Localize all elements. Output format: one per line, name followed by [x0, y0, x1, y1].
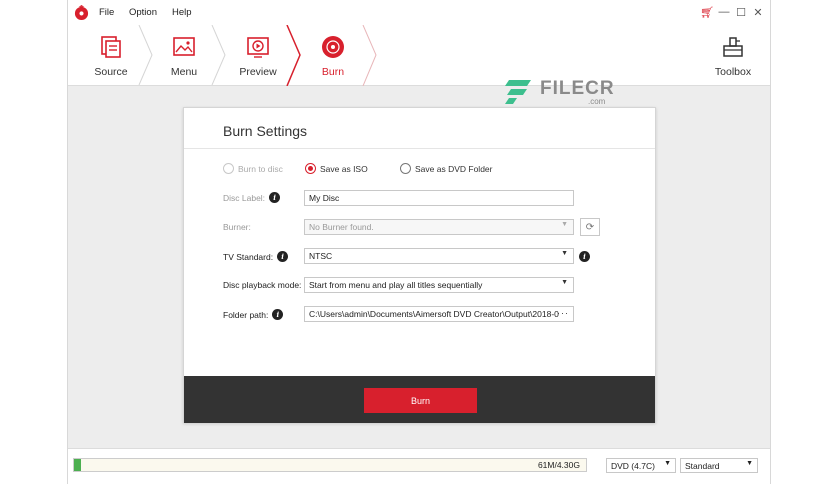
tv-standard-info-icon[interactable]: i	[579, 251, 590, 262]
folder-path-text: Folder path:	[223, 309, 269, 320]
burner-value: No Burner found.	[309, 222, 374, 232]
source-icon	[101, 36, 121, 58]
maximize-icon[interactable]: ☐	[735, 5, 747, 19]
folder-path-label: Folder path: i	[223, 309, 284, 320]
disc-label-text: Disc Label:	[223, 192, 266, 203]
radio-save-as-iso[interactable]: Save as ISO	[305, 163, 368, 174]
app-logo-icon	[74, 5, 89, 20]
menu-option[interactable]: Option	[129, 7, 157, 18]
folder-path-input[interactable]: C:\Users\admin\Documents\Aimersoft DVD C…	[304, 306, 574, 322]
step-preview[interactable]: Preview	[226, 25, 290, 85]
title-divider	[184, 148, 655, 149]
quality-select[interactable]: Standard ▼	[680, 458, 758, 473]
tv-standard-text: TV Standard:	[223, 251, 274, 262]
disc-label-input[interactable]: My Disc	[304, 190, 574, 206]
playback-mode-value: Start from menu and play all titles sequ…	[309, 280, 483, 290]
browse-more-icon[interactable]: ···	[557, 308, 569, 318]
status-bar: 61M/4.30G DVD (4.7C) ▼ Standard ▼	[68, 448, 770, 484]
tv-standard-select[interactable]: NTSC ▼	[304, 248, 574, 264]
minimize-icon[interactable]: —	[718, 5, 730, 19]
panel-footer: Burn	[184, 376, 655, 423]
disc-usage-bar: 61M/4.30G	[73, 458, 587, 472]
toolbox-icon	[723, 37, 743, 57]
chevron-down-icon: ▼	[561, 221, 568, 228]
tv-standard-label: TV Standard: i	[223, 251, 289, 262]
step-burn-label: Burn	[321, 66, 345, 78]
toolbox-label: Toolbox	[714, 66, 752, 78]
window-controls: 🛒︎ — ☐ ✕	[700, 5, 764, 19]
step-preview-label: Preview	[239, 66, 277, 78]
menu-template-icon	[173, 37, 195, 56]
radio-label: Save as ISO	[320, 163, 368, 174]
playback-mode-label: Disc playback mode:	[223, 280, 301, 290]
refresh-burner-button[interactable]: ⟳	[580, 218, 600, 236]
chevron-down-icon: ▼	[664, 460, 671, 467]
preview-icon	[247, 37, 269, 58]
step-source[interactable]: Source	[78, 25, 144, 85]
playback-mode-text: Disc playback mode:	[223, 280, 302, 290]
playback-mode-select[interactable]: Start from menu and play all titles sequ…	[304, 277, 574, 293]
chevron-down-icon: ▼	[561, 250, 568, 257]
disc-type-value: DVD (4.7C)	[611, 461, 655, 471]
burner-label-text: Burner:	[223, 222, 251, 232]
info-icon[interactable]: i	[269, 192, 281, 203]
burn-settings-panel: Burn Settings Burn to disc Save as ISO S…	[183, 107, 656, 423]
radio-indicator	[223, 163, 234, 174]
menu-help[interactable]: Help	[172, 7, 192, 18]
close-icon[interactable]: ✕	[752, 5, 764, 19]
radio-label: Burn to disc	[238, 163, 283, 174]
app-window: File Option Help 🛒︎ — ☐ ✕ Source Menu Pr…	[67, 0, 771, 484]
disc-type-select[interactable]: DVD (4.7C) ▼	[606, 458, 676, 473]
cart-icon[interactable]: 🛒︎	[700, 5, 714, 19]
title-bar: File Option Help 🛒︎ — ☐ ✕	[68, 0, 770, 25]
disc-usage-text: 61M/4.30G	[537, 460, 580, 470]
refresh-icon: ⟳	[585, 221, 595, 233]
watermark-logo-icon	[505, 80, 531, 104]
burn-button[interactable]: Burn	[364, 388, 477, 413]
step-burn[interactable]: Burn	[300, 25, 366, 85]
watermark: FILECR .com	[505, 78, 614, 106]
burn-disc-icon	[322, 36, 344, 58]
chevron-down-icon: ▼	[746, 460, 753, 467]
burner-label: Burner:	[223, 222, 251, 232]
menu-file[interactable]: File	[99, 7, 114, 18]
disc-label-label: Disc Label: i	[223, 192, 281, 203]
steps-toolbar: Source Menu Preview Burn Toolbox	[68, 25, 770, 86]
burn-settings-title: Burn Settings	[223, 123, 308, 139]
chevron-down-icon: ▼	[561, 279, 568, 286]
radio-burn-to-disc[interactable]: Burn to disc	[223, 163, 283, 174]
step-menu-label: Menu	[170, 66, 198, 78]
step-source-label: Source	[94, 66, 128, 78]
radio-indicator	[305, 163, 316, 174]
folder-path-value: C:\Users\admin\Documents\Aimersoft DVD C…	[309, 309, 559, 319]
disc-usage-fill	[74, 459, 82, 471]
info-icon[interactable]: i	[272, 309, 284, 320]
burner-select[interactable]: No Burner found. ▼	[304, 219, 574, 235]
info-icon[interactable]: i	[277, 251, 289, 262]
tv-standard-value: NTSC	[309, 251, 333, 261]
step-menu[interactable]: Menu	[152, 25, 216, 85]
watermark-suffix: .com	[588, 97, 606, 106]
radio-label: Save as DVD Folder	[415, 163, 493, 174]
toolbox-button[interactable]: Toolbox	[700, 25, 766, 85]
radio-indicator	[400, 163, 411, 174]
quality-value: Standard	[685, 461, 720, 471]
radio-save-as-dvd-folder[interactable]: Save as DVD Folder	[400, 163, 492, 174]
